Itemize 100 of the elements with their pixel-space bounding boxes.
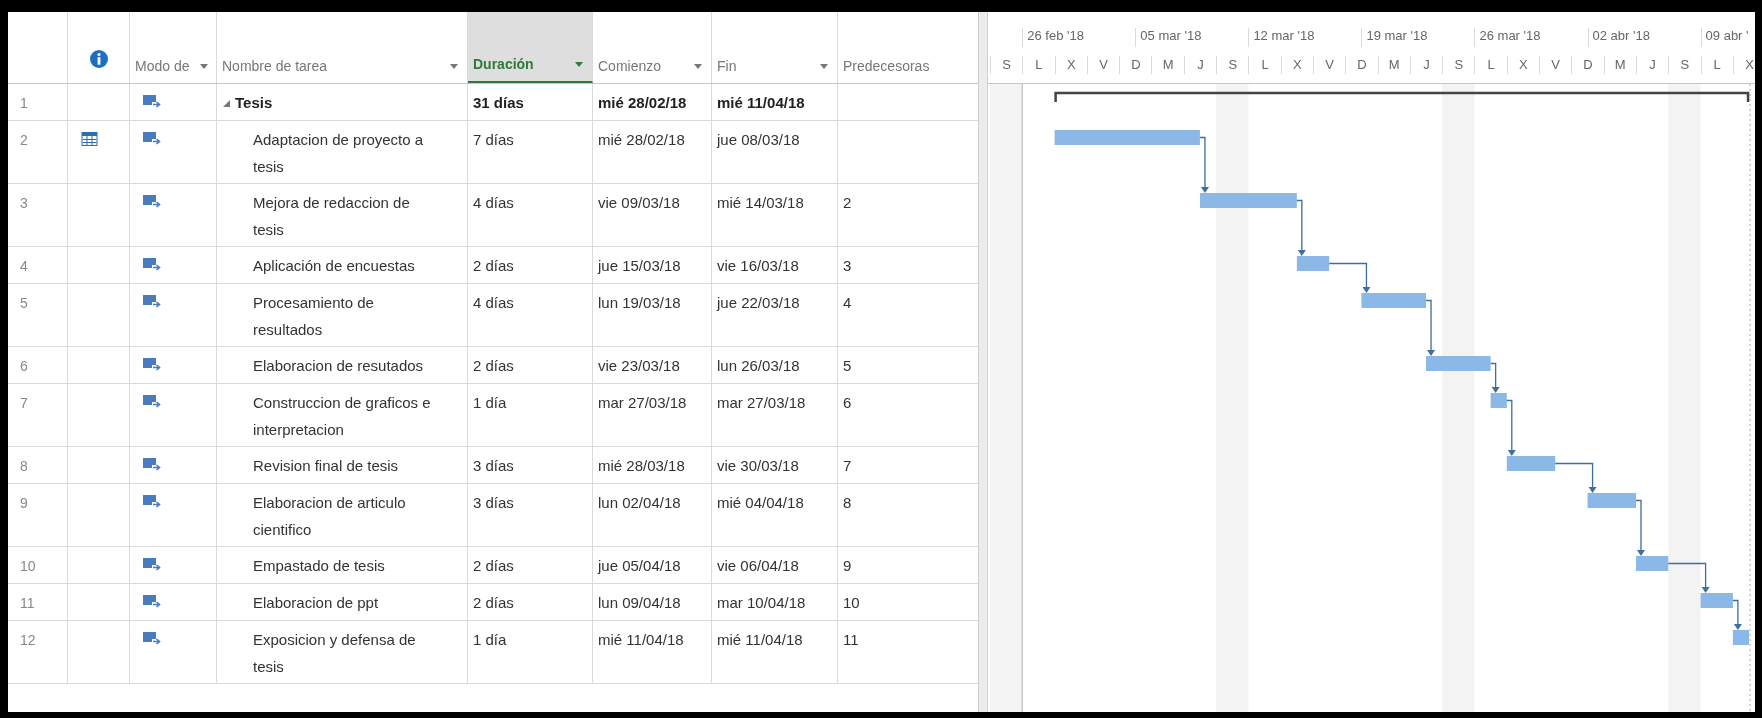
- column-header[interactable]: Duración: [468, 12, 593, 83]
- duration-text: 31 días: [473, 94, 524, 111]
- predecessor-text: 8: [843, 494, 852, 511]
- finish-date: vie 16/03/18: [717, 257, 799, 274]
- start-date: mié 28/03/18: [598, 457, 685, 474]
- day-label: X: [1732, 55, 1755, 74]
- finish-date: vie 06/04/18: [717, 557, 799, 574]
- start-date: vie 09/03/18: [598, 194, 680, 211]
- row-number: 3: [20, 195, 28, 211]
- finish-date: lun 26/03/18: [717, 357, 800, 374]
- task-name: Elaboracion de articulo cientifico: [253, 493, 407, 540]
- day-label: L: [1022, 55, 1055, 74]
- dependency-arrow: [1635, 499, 1645, 556]
- task-mode-icon: [143, 457, 161, 471]
- task-bar[interactable]: [1700, 593, 1733, 608]
- calendar-icon: [81, 132, 98, 146]
- task-bar[interactable]: [1490, 393, 1507, 408]
- summary-bar[interactable]: [1054, 91, 1750, 102]
- start-date: jue 15/03/18: [598, 257, 681, 274]
- start-date: mié 28/02/18: [598, 131, 685, 148]
- task-name: Tesis: [235, 93, 273, 113]
- dependency-arrow: [1328, 262, 1371, 293]
- predecessor-text: 7: [843, 457, 852, 474]
- dropdown-arrow-icon[interactable]: [694, 64, 702, 69]
- task-mode-icon: [143, 394, 161, 408]
- task-bar[interactable]: [1361, 293, 1427, 308]
- duration-text: 3 días: [473, 457, 514, 474]
- finish-date: jue 22/03/18: [717, 294, 800, 311]
- day-label: L: [1248, 55, 1281, 74]
- task-bar[interactable]: [1054, 130, 1200, 145]
- task-name: Aplicación de encuestas: [253, 256, 415, 276]
- task-name: Mejora de redaccion de tesis: [253, 193, 411, 240]
- task-bar[interactable]: [1636, 556, 1669, 571]
- task-mode-icon: [143, 94, 161, 108]
- day-label: D: [1345, 55, 1378, 74]
- row-number: 5: [20, 295, 28, 311]
- predecessor-text: 5: [843, 357, 852, 374]
- predecessor-text: 10: [843, 594, 860, 611]
- task-bar[interactable]: [1732, 630, 1750, 645]
- predecessor-text: 2: [843, 194, 852, 211]
- dropdown-arrow-icon[interactable]: [200, 64, 208, 69]
- day-label: V: [1086, 55, 1120, 74]
- duration-text: 2 días: [473, 557, 514, 574]
- pane-splitter[interactable]: [978, 12, 988, 712]
- task-bar[interactable]: [1587, 493, 1636, 508]
- start-date: vie 23/03/18: [598, 357, 680, 374]
- task-name: Exposicion y defensa de tesis: [253, 630, 417, 677]
- start-date: lun 02/04/18: [598, 494, 681, 511]
- row-number: 2: [20, 132, 28, 148]
- task-bar[interactable]: [1426, 356, 1491, 371]
- finish-date: mar 10/04/18: [717, 594, 806, 611]
- column-header[interactable]: Modo de: [130, 12, 217, 83]
- task-mode-icon: [143, 557, 161, 571]
- dependency-arrow: [1296, 199, 1306, 256]
- task-mode-icon: [143, 357, 161, 371]
- task-mode-icon: [143, 594, 161, 608]
- task-name: Revision final de tesis: [253, 456, 399, 476]
- day-label: J: [1635, 55, 1669, 74]
- start-date: lun 19/03/18: [598, 294, 681, 311]
- task-mode-icon: [143, 294, 161, 308]
- row-number: 11: [20, 595, 35, 611]
- day-label: V: [1312, 55, 1346, 74]
- start-date: mar 27/03/18: [598, 394, 687, 411]
- predecessor-text: 11: [843, 631, 859, 648]
- dropdown-arrow-icon[interactable]: [575, 62, 583, 67]
- task-bar[interactable]: [1296, 256, 1330, 271]
- day-label: M: [1151, 55, 1184, 74]
- row-number: 8: [20, 458, 28, 474]
- dropdown-arrow-icon[interactable]: [450, 64, 458, 69]
- week-label: 19 mar '18: [1361, 28, 1475, 47]
- task-name: Elaboracion de ppt: [253, 593, 379, 613]
- task-bar[interactable]: [1506, 456, 1556, 471]
- dependency-arrow: [1554, 462, 1597, 493]
- day-label: S: [1442, 55, 1475, 74]
- task-bar[interactable]: [1199, 193, 1297, 208]
- task-name: Procesamiento de resultados: [253, 293, 375, 340]
- finish-date: mié 11/04/18: [717, 94, 805, 111]
- column-header[interactable]: Fin: [712, 12, 838, 83]
- row-number: 7: [20, 395, 28, 411]
- dropdown-arrow-icon[interactable]: [820, 64, 828, 69]
- week-label: 09 abr ': [1700, 28, 1755, 47]
- duration-text: 3 días: [473, 494, 514, 511]
- column-header[interactable]: Predecesoras: [838, 12, 978, 83]
- week-label: 12 mar '18: [1248, 28, 1362, 47]
- start-date: jue 05/04/18: [598, 557, 681, 574]
- week-label: 05 mar '18: [1135, 28, 1249, 47]
- start-date: mié 28/02/18: [598, 94, 687, 111]
- row-number: 6: [20, 358, 28, 374]
- week-label: 26 mar '18: [1474, 28, 1588, 47]
- duration-text: 4 días: [473, 294, 514, 311]
- duration-text: 2 días: [473, 594, 514, 611]
- collapse-triangle-icon[interactable]: [223, 100, 230, 107]
- dependency-arrow: [1199, 136, 1209, 193]
- predecessor-text: 4: [843, 294, 852, 311]
- column-header[interactable]: Comienzo: [593, 12, 712, 83]
- predecessor-text: 9: [843, 557, 852, 574]
- task-mode-icon: [143, 257, 161, 271]
- info-icon: [88, 49, 109, 69]
- dependency-arrow: [1490, 362, 1500, 393]
- task-mode-icon: [143, 194, 161, 208]
